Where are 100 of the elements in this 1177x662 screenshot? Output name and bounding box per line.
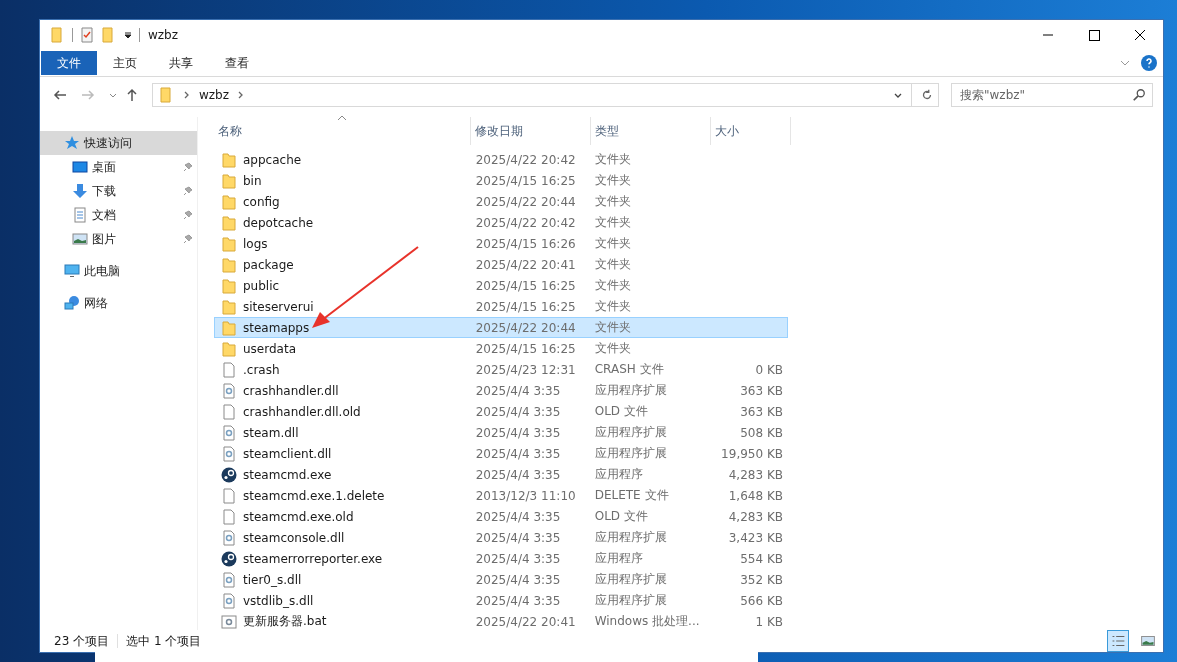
date-cell: 2025/4/4 3:35 [475, 383, 561, 398]
file-name: steamconsole.dll [243, 530, 345, 545]
ribbon-tab[interactable]: 主页 [97, 51, 153, 75]
file-row[interactable]: package 2025/4/22 20:41 文件夹 [214, 254, 788, 275]
file-name: vstdlib_s.dll [243, 593, 314, 608]
pin-icon[interactable] [183, 210, 193, 220]
file-name: steamclient.dll [243, 446, 332, 461]
sort-up-icon [337, 115, 347, 121]
type-cell: DELETE 文件 [594, 487, 669, 504]
ribbon-tab[interactable]: 共享 [153, 51, 209, 75]
file-row[interactable]: siteserverui 2025/4/15 16:25 文件夹 [214, 296, 788, 317]
file-name: public [243, 278, 280, 293]
file-name: steamerrorreporter.exe [243, 551, 383, 566]
search-field[interactable]: 搜索"wzbz" [951, 83, 1153, 107]
type-cell: 应用程序扩展 [594, 424, 667, 441]
folder-icon [221, 151, 237, 168]
size-cell: 363 KB [740, 383, 783, 398]
type-cell: 应用程序扩展 [594, 529, 667, 546]
file-row[interactable]: steamapps 2025/4/22 20:44 文件夹 [214, 317, 788, 338]
pin-icon[interactable] [183, 234, 193, 244]
nav-item[interactable]: 桌面 [40, 155, 197, 179]
size-cell: 508 KB [740, 425, 783, 440]
pin-icon[interactable] [183, 162, 193, 172]
breadcrumb-item[interactable]: wzbz [199, 88, 230, 102]
nav-item[interactable]: 网络 [40, 291, 197, 315]
folder-icon [221, 193, 237, 210]
gear-file-icon [221, 529, 237, 546]
folder-icon [221, 277, 237, 294]
column-header[interactable]: 类型 [591, 117, 711, 145]
type-cell: 应用程序扩展 [594, 571, 667, 588]
help-icon[interactable] [1141, 55, 1157, 71]
file-name: package [243, 257, 294, 272]
address-bar[interactable]: wzbz [152, 83, 939, 107]
column-header[interactable]: 修改日期 [471, 117, 591, 145]
type-cell: 文件夹 [594, 298, 631, 315]
date-cell: 2025/4/15 16:25 [475, 299, 576, 314]
file-row[interactable]: appcache 2025/4/22 20:42 文件夹 [214, 149, 788, 170]
gear-file-icon [221, 424, 237, 441]
type-cell: Windows 批处理... [594, 613, 700, 630]
file-row[interactable]: tier0_s.dll 2025/4/4 3:35 应用程序扩展 352 KB [214, 569, 788, 590]
size-cell: 4,283 KB [728, 467, 783, 482]
type-cell: OLD 文件 [594, 508, 648, 525]
file-name: 更新服务器.bat [243, 613, 327, 630]
date-cell: 2025/4/4 3:35 [475, 404, 561, 419]
network-icon [64, 295, 80, 311]
nav-item[interactable]: 快速访问 [40, 131, 197, 155]
chevron-right-icon[interactable] [183, 90, 191, 100]
app-logo-icon [221, 466, 237, 483]
nav-item[interactable]: 下载 [40, 179, 197, 203]
file-row[interactable]: vstdlib_s.dll 2025/4/4 3:35 应用程序扩展 566 KB [214, 590, 788, 611]
type-cell: 文件夹 [594, 214, 631, 231]
file-row[interactable]: steamerrorreporter.exe 2025/4/4 3:35 应用程序 554 KB [214, 548, 788, 569]
file-row[interactable]: logs 2025/4/15 16:26 文件夹 [214, 233, 788, 254]
date-cell: 2025/4/4 3:35 [475, 446, 561, 461]
checkmark-document-icon[interactable] [79, 26, 95, 44]
item-count: 23 个项目 [54, 632, 110, 650]
pin-icon[interactable] [183, 186, 193, 196]
date-cell: 2025/4/22 20:41 [475, 614, 576, 629]
folder-icon [221, 319, 237, 336]
gear-file-icon [221, 445, 237, 462]
size-cell: 363 KB [740, 404, 783, 419]
file-row[interactable]: steamclient.dll 2025/4/4 3:35 应用程序扩展 19,950 KB [214, 443, 788, 464]
file-row[interactable]: bin 2025/4/15 16:25 文件夹 [214, 170, 788, 191]
size-cell: 3,423 KB [728, 530, 783, 545]
date-cell: 2025/4/15 16:25 [475, 173, 576, 188]
file-row[interactable]: crashhandler.dll.old 2025/4/4 3:35 OLD 文件 363 KB [214, 401, 788, 422]
star-icon [64, 135, 80, 151]
file-name: steamcmd.exe.old [243, 509, 354, 524]
file-name: crashhandler.dll.old [243, 404, 361, 419]
file-row[interactable]: crashhandler.dll 2025/4/4 3:35 应用程序扩展 363 KB [214, 380, 788, 401]
file-row[interactable]: 更新服务器.bat 2025/4/22 20:41 Windows 批处理... 1 KB [214, 611, 788, 632]
refresh-icon[interactable] [920, 88, 934, 102]
file-row[interactable]: steamcmd.exe.1.delete 2013/12/3 11:10 DELETE 文件 1,648 KB [214, 485, 788, 506]
column-header[interactable]: 大小 [711, 117, 791, 145]
file-name: crashhandler.dll [243, 383, 339, 398]
nav-item[interactable]: 文档 [40, 203, 197, 227]
file-row[interactable]: userdata 2025/4/15 16:25 文件夹 [214, 338, 788, 359]
nav-item[interactable]: 图片 [40, 227, 197, 251]
date-cell: 2025/4/4 3:35 [475, 593, 561, 608]
file-row[interactable]: depotcache 2025/4/22 20:42 文件夹 [214, 212, 788, 233]
file-row[interactable]: config 2025/4/22 20:44 文件夹 [214, 191, 788, 212]
file-row[interactable]: steamcmd.exe 2025/4/4 3:35 应用程序 4,283 KB [214, 464, 788, 485]
file-name: config [243, 194, 280, 209]
type-cell: 文件夹 [594, 277, 631, 294]
file-row[interactable]: steamconsole.dll 2025/4/4 3:35 应用程序扩展 3,423 KB [214, 527, 788, 548]
ribbon-tab[interactable]: 查看 [209, 51, 265, 75]
nav-item[interactable]: 此电脑 [40, 259, 197, 283]
app-logo-icon [221, 550, 237, 567]
blank-file-icon [221, 487, 237, 504]
file-row[interactable]: .crash 2025/4/23 12:31 CRASH 文件 0 KB [214, 359, 788, 380]
file-row[interactable]: steam.dll 2025/4/4 3:35 应用程序扩展 508 KB [214, 422, 788, 443]
details-view-icon[interactable] [1107, 630, 1129, 652]
size-cell: 554 KB [740, 551, 783, 566]
column-header[interactable]: 名称 [214, 117, 471, 145]
file-row[interactable]: public 2025/4/15 16:25 文件夹 [214, 275, 788, 296]
type-cell: 应用程序扩展 [594, 382, 667, 399]
size-cell: 566 KB [740, 593, 783, 608]
file-row[interactable]: steamcmd.exe.old 2025/4/4 3:35 OLD 文件 4,283 KB [214, 506, 788, 527]
ribbon-tab[interactable]: 文件 [41, 51, 97, 75]
dropdown-icon[interactable] [123, 30, 133, 40]
